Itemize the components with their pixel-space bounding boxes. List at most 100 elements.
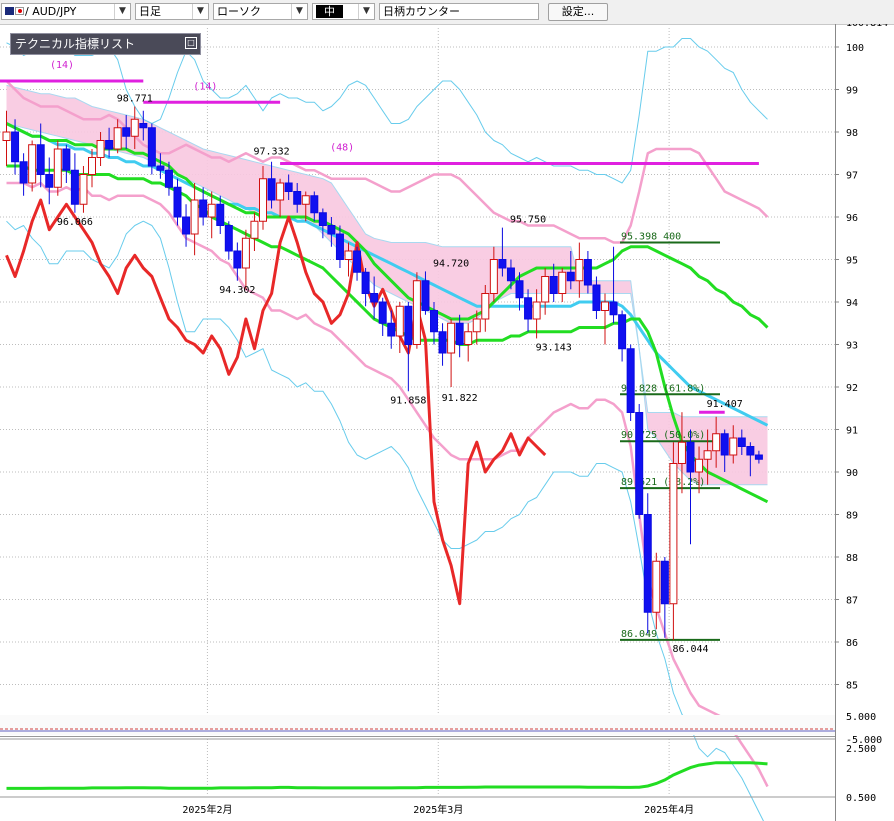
fib-label: 89.621 (38.2%) [621,477,705,488]
candle [635,404,644,519]
candle-body [182,216,191,235]
candle-body [404,305,413,345]
candle-body [412,280,421,345]
chevron-down-icon[interactable]: ▼ [114,4,130,19]
y-tick-label: 94 [846,298,858,309]
y-tick-label: 93 [846,341,858,352]
day-counter-field[interactable]: 日柄カウンター [379,3,539,20]
candle-body [122,127,131,137]
candle-body [250,220,259,239]
candle-body [147,127,156,167]
candle [378,297,387,336]
chevron-down-icon[interactable]: ▼ [358,4,374,19]
fib-label: 95.398 400 [621,232,681,243]
candle-body [2,131,11,141]
candle [19,153,28,196]
candle [618,310,627,362]
candle-body [677,441,686,464]
chart-canvas[interactable]: (14)(14)(48)95.398 40091.828 (61.8%)90.7… [0,24,894,821]
candle-body [173,186,182,218]
y-tick-label: 90 [846,468,858,479]
oscillator-panel [0,715,835,735]
reference-level-label: (14) [50,60,74,71]
candle [412,272,421,349]
candle-body [233,250,242,269]
settings-button[interactable]: 設定... [548,3,608,21]
sub-axis-label: 5.000 [846,712,876,723]
y-tick-label: 96 [846,213,858,224]
candle [524,289,533,332]
candle-body [601,301,609,311]
x-tick-label: 2025年4月 [644,803,694,816]
y-tick-label: 98 [846,128,858,139]
candle-body [335,233,344,260]
candle [53,140,62,196]
candle-body [481,293,490,320]
y-tick-label-partial: 100.814 [846,24,888,29]
candle-body [652,560,661,613]
candle-body [267,178,276,201]
candle [224,221,233,260]
candle-body [489,259,498,294]
price-labels: 98.771 97.332 96.066 95.750 94.720 94.302 93.1… [57,94,743,656]
candle-body [464,331,473,345]
price-label: 97.332 [253,147,289,158]
candle-body [276,182,285,201]
reference-level-label: (14) [193,81,217,92]
price-label: 94.302 [219,285,255,296]
candle-body [19,161,28,184]
size-select[interactable]: 中 ▼ [312,3,375,20]
x-axis: 2025年2月 2025年3月 2025年4月 [182,803,694,816]
price-label: 96.066 [57,217,93,228]
restore-icon[interactable]: □ [185,37,197,49]
y-tick-label: 99 [846,86,858,97]
candle-body [729,437,738,456]
technical-indicator-list-panel[interactable]: テクニカル指標リスト □ [10,33,201,55]
sub-axis-label: 0.500 [846,793,876,804]
candle-body [609,301,618,316]
chevron-down-icon[interactable]: ▼ [291,4,307,19]
symbol-select[interactable]: / AUD/JPY ▼ [1,3,131,20]
fib-label: 86.049 [621,629,657,640]
candle-body [45,174,54,188]
toolbar: / AUD/JPY ▼ 日足 ▼ ローソク ▼ 中 ▼ 日柄カウンター 設定..… [0,0,894,25]
y-tick-label: 89 [846,511,858,522]
price-label: 91.822 [442,393,478,404]
candle-body [113,127,122,150]
chevron-down-icon[interactable]: ▼ [192,4,208,19]
candle [70,153,79,213]
candle-body [737,437,746,447]
candle-body [524,297,533,320]
candle-body [754,454,763,460]
price-label: 86.044 [672,644,708,655]
candle-body [79,174,88,205]
candle-body [139,123,148,129]
candle-body [62,148,71,171]
jp-flag-icon [15,7,24,15]
candle-body [592,284,601,311]
reference-level-label: (48) [330,142,354,153]
chart-type-select[interactable]: ローソク ▼ [213,3,308,20]
timeframe-select[interactable]: 日足 ▼ [135,3,209,20]
candle [643,493,652,634]
y-tick-label: 86 [846,638,858,649]
candle-body [88,157,96,175]
candle-body [378,301,387,324]
au-flag-icon [5,7,14,15]
fib-label: 90.725 (50.0%) [621,430,705,441]
candle-body [618,314,627,350]
candle [395,302,404,353]
candle [62,144,71,183]
candle-body [498,259,507,269]
sub-indicator-line [6,761,768,790]
candle-body [669,463,678,605]
candle [626,344,635,421]
candle-body [301,195,310,205]
candle-body [70,169,79,205]
y-tick-label: 92 [846,383,858,394]
candle [173,178,182,226]
candle-body [96,140,105,158]
candle-body [506,267,515,282]
candle [361,268,370,307]
candle-body [130,118,139,137]
